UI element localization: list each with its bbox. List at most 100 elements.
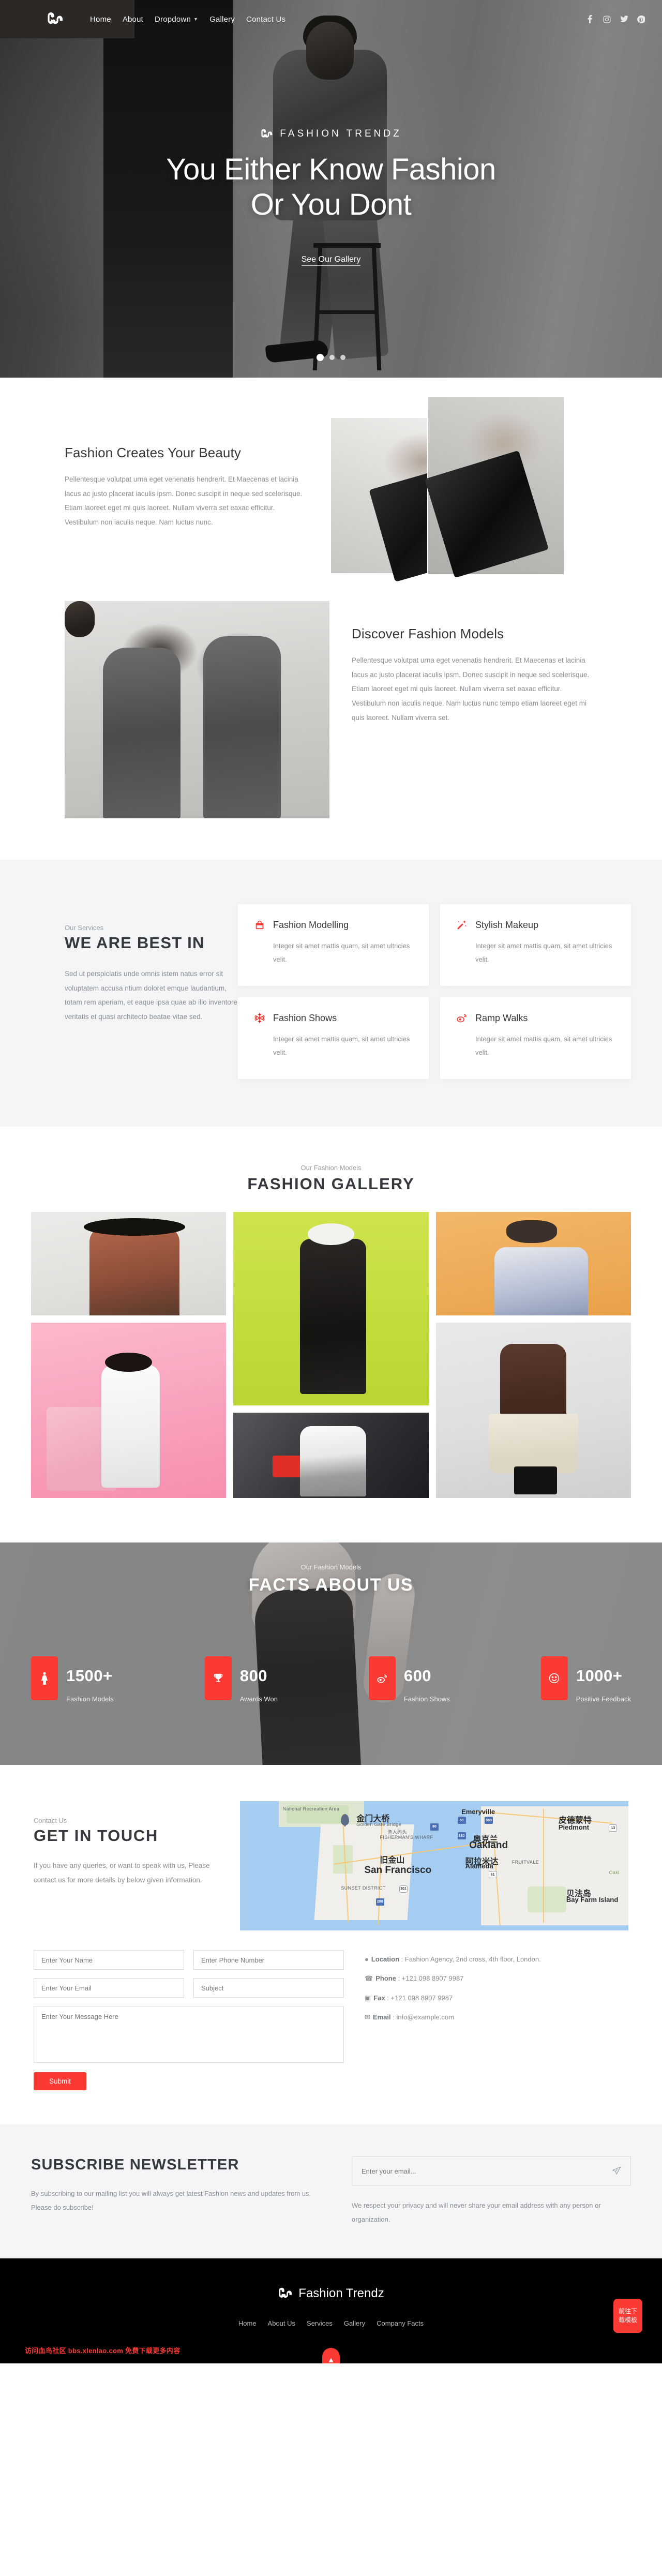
services-card-grid: Fashion Modelling Integer sit amet matti… [238,904,631,1079]
newsletter-form: We respect your privacy and will never s… [352,2156,631,2226]
fact-fashion-shows: 600 Fashion Shows [368,1656,450,1703]
gallery-image-2[interactable] [233,1212,429,1405]
download-template-badge[interactable]: 前往下载模板 [613,2299,642,2333]
highway-shield: 880 [457,1832,466,1839]
chevron-down-icon: ▼ [193,17,199,22]
gallery-image-6[interactable] [435,1323,631,1498]
map-label: Piedmont [558,1823,590,1831]
facts-eyebrow: Our Fashion Models [300,1563,362,1571]
map-label: Oakl [609,1869,620,1875]
phone-input[interactable] [193,1950,344,1970]
fact-positive-feedback: 1000+ Positive Feedback [540,1656,631,1703]
twitter-icon[interactable] [620,15,628,24]
footer-brand: Fashion Trendz [0,2286,662,2301]
hero-slider-dots [0,354,662,361]
contact-section: Contact Us GET IN TOUCH If you have any … [0,1765,662,2124]
nav-label: Home [90,14,111,24]
gallery-image-5[interactable] [233,1413,429,1498]
email-input[interactable] [34,1978,184,1998]
about-heading-2: Discover Fashion Models [352,626,504,641]
service-description: Integer sit amet mattis quam, sit amet u… [273,1035,410,1056]
service-title: Fashion Modelling [273,919,349,930]
envelope-icon: ✉ [365,2013,370,2021]
nav-item-contact-us[interactable]: Contact Us [246,15,285,24]
hero-brand: FASHION TRENDZ [0,128,662,140]
nav-social-links [585,0,645,38]
slider-dot-2[interactable] [329,355,335,360]
services-eyebrow: Our Services [65,924,104,932]
stumbleupon-logo-icon [260,128,274,140]
nav-label: Gallery [209,14,235,24]
arrow-up-icon[interactable]: ▲ [322,2348,340,2364]
paper-plane-icon[interactable] [612,2166,630,2176]
contact-info-phone: ☎ Phone : +121 098 8907 9987 [365,1974,464,1983]
submit-button[interactable]: Submit [34,2072,87,2090]
services-paragraph: Sed ut perspiciatis unde omnis istem nat… [65,970,237,1021]
smiley-icon [540,1656,568,1700]
map-label: 旧金山 [380,1856,405,1865]
fact-number: 1000+ [576,1667,623,1685]
message-textarea[interactable] [34,2006,344,2063]
fact-fashion-models: 1500+ Fashion Models [31,1656,114,1703]
map-label: National Recreation Area [282,1806,340,1811]
pinterest-icon[interactable] [637,15,645,24]
highway-shield: 61 [488,1871,497,1878]
highway-shield: 580 [485,1817,493,1824]
nav-item-dropdown[interactable]: Dropdown ▼ [155,15,198,24]
gallery-grid [31,1212,631,1498]
facts-section: Our Fashion Models FACTS ABOUT US 1500+ … [0,1542,662,1765]
nav-item-about[interactable]: About [123,15,143,24]
instagram-icon[interactable] [603,15,611,24]
newsletter-subtitle: By subscribing to our mailing list you w… [31,2190,311,2211]
nav-item-home[interactable]: Home [90,15,111,24]
subject-input[interactable] [193,1978,344,1998]
about-image-2 [428,397,564,574]
service-card-stylish-makeup[interactable]: Stylish Makeup Integer sit amet mattis q… [440,904,631,986]
magic-wand-icon [456,919,468,931]
service-description: Integer sit amet mattis quam, sit amet u… [475,1035,612,1056]
gallery-image-4[interactable] [31,1323,227,1498]
hero-title-line-2: Or You Dont [250,188,412,222]
info-label: Phone [375,1974,396,1983]
name-input[interactable] [34,1950,184,1970]
contact-form: Submit [34,1950,344,2090]
facebook-icon[interactable] [585,15,594,24]
footer-link-home[interactable]: Home [238,2319,257,2327]
site-footer: Fashion Trendz Home About Us Services Ga… [0,2258,662,2364]
service-card-fashion-modelling[interactable]: Fashion Modelling Integer sit amet matti… [238,904,429,986]
stumbleupon-logo-icon[interactable] [46,9,65,29]
footer-link-about-us[interactable]: About Us [268,2319,295,2327]
location-map[interactable]: National Recreation Area 金门大桥 Golden Gat… [240,1801,628,1930]
fact-label: Fashion Shows [403,1695,450,1703]
highway-shield: 80 [430,1823,439,1831]
see-our-gallery-link[interactable]: See Our Gallery [301,255,361,266]
hero-brand-label: FASHION TRENDZ [280,128,402,139]
footer-link-company-facts[interactable]: Company Facts [377,2319,424,2327]
footer-link-services[interactable]: Services [307,2319,333,2327]
map-marker-icon [341,1814,350,1827]
nav-item-gallery[interactable]: Gallery [209,15,235,24]
fact-label: Positive Feedback [576,1695,631,1703]
trophy-icon [204,1656,232,1700]
gallery-heading-block: Our Fashion Models FASHION GALLERY [0,1164,662,1193]
map-label: SUNSET DISTRICT [341,1885,386,1891]
service-card-ramp-walks[interactable]: Ramp Walks Integer sit amet mattis quam,… [440,997,631,1079]
about-paragraph-2: Pellentesque volutpat urna eget venenati… [352,656,590,722]
slider-dot-1[interactable] [317,354,324,361]
info-label: Fax [373,1994,385,2002]
gallery-image-3[interactable] [435,1212,631,1315]
about-section: Fashion Creates Your Beauty Pellentesque… [0,378,662,860]
contact-info-location: ● Location : Fashion Agency, 2nd cross, 4… [365,1955,541,1963]
newsletter-email-input[interactable] [352,2157,612,2185]
gallery-image-1[interactable] [31,1212,227,1315]
fact-label: Fashion Models [66,1695,114,1703]
map-label: FISHERMAN'S WHARF [380,1835,433,1840]
page-root: Home About Dropdown▼ Gallery Contact Us [0,0,662,2364]
map-label: Golden Gate Bridge [356,1822,402,1827]
highway-shield: 101 [399,1885,408,1893]
phone-icon: ☎ [365,1974,373,1983]
slider-dot-3[interactable] [340,355,345,360]
service-card-fashion-shows[interactable]: Fashion Shows Integer sit amet mattis qu… [238,997,429,1079]
footer-link-gallery[interactable]: Gallery [344,2319,365,2327]
info-label: Email [372,2013,391,2021]
